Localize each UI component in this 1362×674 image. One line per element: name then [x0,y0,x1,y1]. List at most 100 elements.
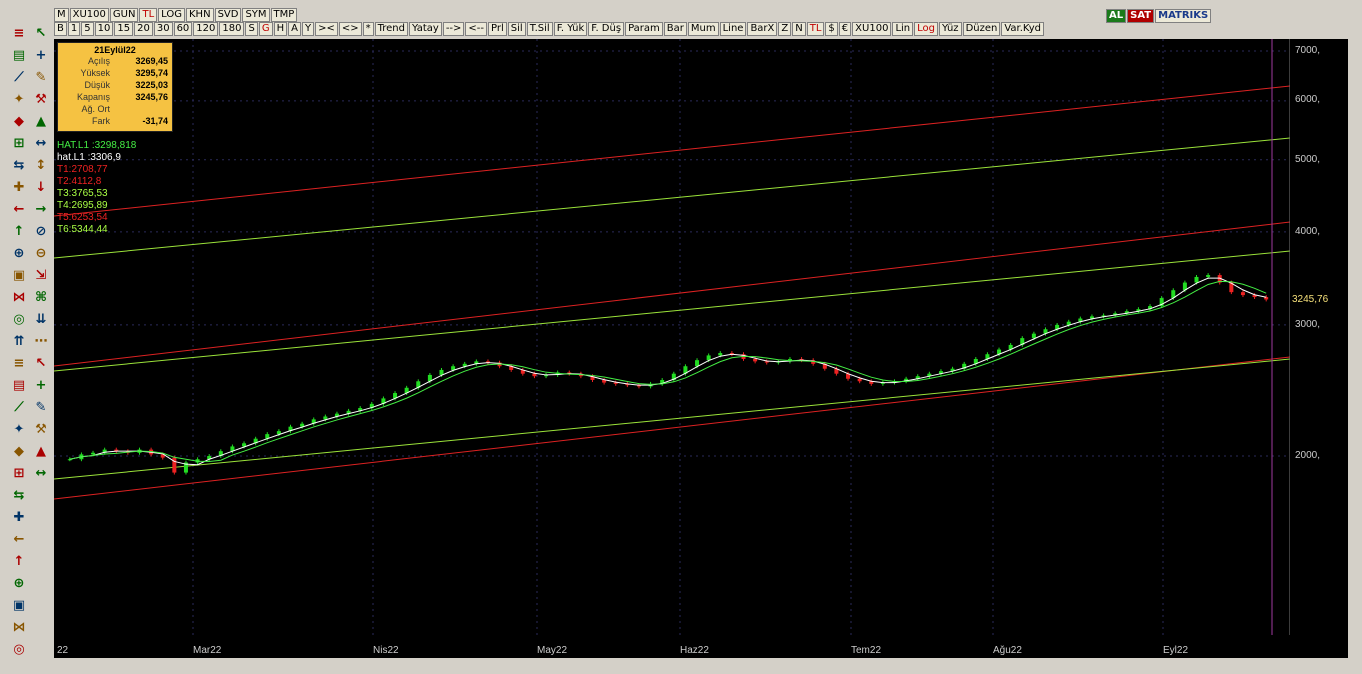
toolbar-period-button-29[interactable]: Mum [687,22,719,36]
toolbar-top-button-7[interactable]: SYM [242,8,270,22]
toolbar-period-button-13[interactable]: A [288,22,301,36]
tool-icon[interactable]: ← [10,200,28,218]
toolbar-period-button-27[interactable]: Param [625,22,663,36]
toolbar-top-button-4[interactable]: LOG [158,8,185,22]
tool-icon[interactable]: ⋈ [10,618,28,636]
tool-icon[interactable]: ◎ [10,310,28,328]
tool-icon[interactable]: ⇆ [10,156,28,174]
tool-icon[interactable]: ⊞ [10,464,28,482]
tool-icon[interactable]: ↓ [32,178,50,196]
toolbar-period-button-38[interactable]: Lin [892,22,914,36]
tool-icon[interactable]: ⇈ [10,332,28,350]
tool-icon[interactable]: ⇲ [32,266,50,284]
toolbar-period-button-16[interactable]: <> [338,22,362,36]
toolbar-period-button-21[interactable]: <-- [465,22,488,36]
tool-icon[interactable]: ▲ [32,112,50,130]
tool-icon[interactable]: ⇆ [10,486,28,504]
toolbar-period-button-25[interactable]: F. Yük [553,22,588,36]
tool-icon[interactable]: ◆ [10,442,28,460]
toolbar-period-button-4[interactable]: 15 [114,22,134,36]
toolbar-period-button-23[interactable]: Sil [507,22,526,36]
toolbar-period-button-17[interactable]: * [362,22,374,36]
toolbar-period-button-33[interactable]: N [792,22,806,36]
tool-icon[interactable]: ≡ [10,354,28,372]
tool-icon[interactable]: ⊘ [32,222,50,240]
toolbar-period-button-14[interactable]: Y [301,22,315,36]
toolbar-top-button-6[interactable]: SVD [214,8,242,22]
toolbar-period-button-22[interactable]: Prl [488,22,507,36]
tool-icon[interactable]: ◆ [10,112,28,130]
toolbar-period-button-2[interactable]: 5 [81,22,94,36]
toolbar-top-button-5[interactable]: KHN [186,8,214,22]
tool-icon[interactable]: ↖ [32,24,50,42]
toolbar-period-button-6[interactable]: 30 [153,22,173,36]
tool-icon[interactable]: ⇊ [32,310,50,328]
toolbar-top-button-8[interactable]: TMP [270,8,298,22]
toolbar-period-button-20[interactable]: --> [442,22,465,36]
toolbar-period-button-3[interactable]: 10 [94,22,114,36]
toolbar-period-button-24[interactable]: T.Sil [526,22,553,36]
tool-icon[interactable]: ✦ [10,420,28,438]
toolbar-period-button-37[interactable]: XU100 [852,22,892,36]
sell-button[interactable]: SAT [1127,9,1155,23]
toolbar-period-button-31[interactable]: BarX [747,22,778,36]
tool-icon[interactable]: + [32,376,50,394]
toolbar-period-button-18[interactable]: Trend [374,22,408,36]
toolbar-period-button-35[interactable]: $ [825,22,838,36]
toolbar-period-button-28[interactable]: Bar [663,22,687,36]
tool-icon[interactable]: ⋯ [32,332,50,350]
toolbar-period-button-5[interactable]: 20 [134,22,153,36]
toolbar-period-button-1[interactable]: 1 [67,22,81,36]
tool-icon[interactable]: → [32,200,50,218]
toolbar-top-button-2[interactable]: GUN [109,8,139,22]
tool-icon[interactable]: ▤ [10,46,28,64]
tool-icon[interactable]: ⟋ [10,68,28,86]
tool-icon[interactable]: ✚ [10,178,28,196]
tool-icon[interactable]: ⟋ [10,398,28,416]
tool-icon[interactable]: ↑ [10,222,28,240]
toolbar-period-button-8[interactable]: 120 [193,22,219,36]
tool-icon[interactable]: ▤ [10,376,28,394]
toolbar-period-button-30[interactable]: Line [719,22,747,36]
tool-icon[interactable]: ⚒ [32,420,50,438]
tool-icon[interactable]: ↔ [32,464,50,482]
tool-icon[interactable]: ↕ [32,156,50,174]
toolbar-period-button-15[interactable]: >< [315,22,338,36]
tool-icon[interactable]: ◎ [10,640,28,658]
tool-icon[interactable]: ✎ [32,398,50,416]
tool-icon[interactable]: ⌘ [32,288,50,306]
tool-icon[interactable]: ⋈ [10,288,28,306]
toolbar-period-button-42[interactable]: Var.Kyd [1001,22,1045,36]
price-chart[interactable] [53,39,1291,635]
buy-button[interactable]: AL [1106,9,1127,23]
tool-icon[interactable]: ⊞ [10,134,28,152]
toolbar-period-button-11[interactable]: G [258,22,273,36]
toolbar-period-button-0[interactable]: B [54,22,67,36]
tool-icon[interactable]: ← [10,530,28,548]
toolbar-top-button-0[interactable]: M [54,8,69,22]
tool-icon[interactable]: ↑ [10,552,28,570]
tool-icon[interactable]: ✎ [32,68,50,86]
toolbar-period-button-32[interactable]: Z [778,22,792,36]
tool-icon[interactable]: ▲ [32,442,50,460]
toolbar-period-button-19[interactable]: Yatay [408,22,442,36]
tool-icon[interactable]: ⊕ [10,574,28,592]
tool-icon[interactable]: ⚒ [32,90,50,108]
toolbar-period-button-9[interactable]: 180 [219,22,245,36]
tool-icon[interactable]: ⊕ [10,244,28,262]
tool-icon[interactable]: ⊖ [32,244,50,262]
tool-icon[interactable]: ↖ [32,354,50,372]
tool-icon[interactable]: ▣ [10,596,28,614]
toolbar-period-button-34[interactable]: TL [806,22,825,36]
tool-icon[interactable]: ≡ [10,24,28,42]
tool-icon[interactable]: ↔ [32,134,50,152]
tool-icon[interactable]: ✦ [10,90,28,108]
tool-icon[interactable]: + [32,46,50,64]
tool-icon[interactable]: ✚ [10,508,28,526]
toolbar-period-button-10[interactable]: S [245,22,258,36]
toolbar-period-button-26[interactable]: F. Düş [588,22,625,36]
toolbar-period-button-41[interactable]: Düzen [962,22,1001,36]
tool-icon[interactable]: ▣ [10,266,28,284]
toolbar-period-button-39[interactable]: Log [914,22,938,36]
toolbar-period-button-40[interactable]: Yüz [939,22,962,36]
